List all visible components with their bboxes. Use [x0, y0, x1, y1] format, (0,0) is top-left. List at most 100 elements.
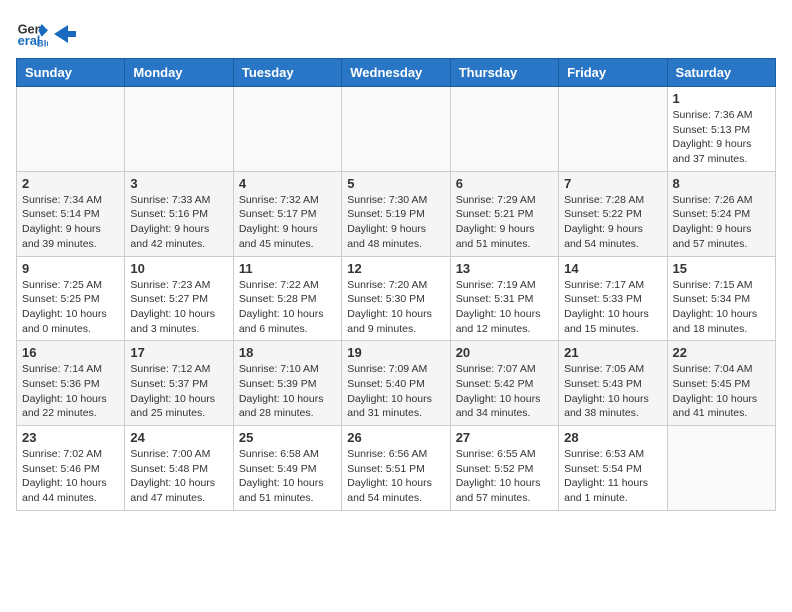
day-info: Sunrise: 7:23 AM Sunset: 5:27 PM Dayligh…: [130, 278, 227, 337]
calendar-header-wednesday: Wednesday: [342, 59, 450, 87]
day-info: Sunrise: 6:58 AM Sunset: 5:49 PM Dayligh…: [239, 447, 336, 506]
day-info: Sunrise: 7:32 AM Sunset: 5:17 PM Dayligh…: [239, 193, 336, 252]
day-info: Sunrise: 6:53 AM Sunset: 5:54 PM Dayligh…: [564, 447, 661, 506]
calendar-cell: 25 Sunrise: 6:58 AM Sunset: 5:49 PM Dayli…: [233, 426, 341, 511]
day-number: 16: [22, 345, 119, 360]
day-info: Sunrise: 7:10 AM Sunset: 5:39 PM Dayligh…: [239, 362, 336, 421]
day-number: 21: [564, 345, 661, 360]
day-number: 4: [239, 176, 336, 191]
day-number: 15: [673, 261, 770, 276]
logo-icon: Gen eral Blue: [16, 16, 48, 48]
calendar-table: SundayMondayTuesdayWednesdayThursdayFrid…: [16, 58, 776, 511]
day-info: Sunrise: 7:30 AM Sunset: 5:19 PM Dayligh…: [347, 193, 444, 252]
day-number: 8: [673, 176, 770, 191]
day-number: 10: [130, 261, 227, 276]
calendar-cell: 23 Sunrise: 7:02 AM Sunset: 5:46 PM Dayli…: [17, 426, 125, 511]
day-number: 26: [347, 430, 444, 445]
calendar-cell: 1 Sunrise: 7:36 AM Sunset: 5:13 PM Daylig…: [667, 87, 775, 172]
day-info: Sunrise: 7:19 AM Sunset: 5:31 PM Dayligh…: [456, 278, 553, 337]
calendar-cell: 2 Sunrise: 7:34 AM Sunset: 5:14 PM Daylig…: [17, 171, 125, 256]
calendar-header-sunday: Sunday: [17, 59, 125, 87]
day-number: 6: [456, 176, 553, 191]
calendar-cell: 9 Sunrise: 7:25 AM Sunset: 5:25 PM Daylig…: [17, 256, 125, 341]
day-number: 25: [239, 430, 336, 445]
day-info: Sunrise: 7:33 AM Sunset: 5:16 PM Dayligh…: [130, 193, 227, 252]
day-info: Sunrise: 6:55 AM Sunset: 5:52 PM Dayligh…: [456, 447, 553, 506]
day-number: 13: [456, 261, 553, 276]
calendar-cell: 17Sunrise: 7:12 AM Sunset: 5:37 PM Dayli…: [125, 341, 233, 426]
calendar-cell: 15 Sunrise: 7:15 AM Sunset: 5:34 PM Dayli…: [667, 256, 775, 341]
calendar-cell: 5 Sunrise: 7:30 AM Sunset: 5:19 PM Daylig…: [342, 171, 450, 256]
day-number: 9: [22, 261, 119, 276]
calendar-cell: 12 Sunrise: 7:20 AM Sunset: 5:30 PM Dayli…: [342, 256, 450, 341]
day-info: Sunrise: 7:02 AM Sunset: 5:46 PM Dayligh…: [22, 447, 119, 506]
calendar-cell: 13 Sunrise: 7:19 AM Sunset: 5:31 PM Dayli…: [450, 256, 558, 341]
day-number: 19: [347, 345, 444, 360]
day-number: 20: [456, 345, 553, 360]
calendar-cell: 20 Sunrise: 7:07 AM Sunset: 5:42 PM Dayli…: [450, 341, 558, 426]
calendar-cell: 18 Sunrise: 7:10 AM Sunset: 5:39 PM Dayli…: [233, 341, 341, 426]
day-info: Sunrise: 7:22 AM Sunset: 5:28 PM Dayligh…: [239, 278, 336, 337]
calendar-cell: 27 Sunrise: 6:55 AM Sunset: 5:52 PM Dayli…: [450, 426, 558, 511]
day-info: Sunrise: 7:07 AM Sunset: 5:42 PM Dayligh…: [456, 362, 553, 421]
calendar-header-saturday: Saturday: [667, 59, 775, 87]
calendar-header-friday: Friday: [559, 59, 667, 87]
calendar-header-monday: Monday: [125, 59, 233, 87]
calendar-week-row: 16 Sunrise: 7:14 AM Sunset: 5:36 PM Dayli…: [17, 341, 776, 426]
svg-text:Blue: Blue: [37, 38, 48, 48]
day-info: Sunrise: 7:04 AM Sunset: 5:45 PM Dayligh…: [673, 362, 770, 421]
day-info: Sunrise: 7:36 AM Sunset: 5:13 PM Dayligh…: [673, 108, 770, 167]
day-number: 5: [347, 176, 444, 191]
day-number: 11: [239, 261, 336, 276]
calendar-cell: [125, 87, 233, 172]
day-info: Sunrise: 7:26 AM Sunset: 5:24 PM Dayligh…: [673, 193, 770, 252]
day-info: Sunrise: 7:05 AM Sunset: 5:43 PM Dayligh…: [564, 362, 661, 421]
day-info: Sunrise: 7:29 AM Sunset: 5:21 PM Dayligh…: [456, 193, 553, 252]
day-number: 27: [456, 430, 553, 445]
day-number: 22: [673, 345, 770, 360]
day-info: Sunrise: 7:15 AM Sunset: 5:34 PM Dayligh…: [673, 278, 770, 337]
calendar-cell: 26 Sunrise: 6:56 AM Sunset: 5:51 PM Dayli…: [342, 426, 450, 511]
calendar-cell: 28 Sunrise: 6:53 AM Sunset: 5:54 PM Dayli…: [559, 426, 667, 511]
calendar-cell: 3 Sunrise: 7:33 AM Sunset: 5:16 PM Daylig…: [125, 171, 233, 256]
calendar-cell: 7Sunrise: 7:28 AM Sunset: 5:22 PM Daylig…: [559, 171, 667, 256]
calendar-cell: 21 Sunrise: 7:05 AM Sunset: 5:43 PM Dayli…: [559, 341, 667, 426]
day-number: 2: [22, 176, 119, 191]
calendar-week-row: 9 Sunrise: 7:25 AM Sunset: 5:25 PM Daylig…: [17, 256, 776, 341]
logo: Gen eral Blue: [16, 16, 78, 48]
calendar-cell: 14 Sunrise: 7:17 AM Sunset: 5:33 PM Dayli…: [559, 256, 667, 341]
calendar-cell: [450, 87, 558, 172]
calendar-cell: [342, 87, 450, 172]
logo-arrow-icon: [54, 25, 76, 43]
day-number: 3: [130, 176, 227, 191]
calendar-cell: 24Sunrise: 7:00 AM Sunset: 5:48 PM Dayli…: [125, 426, 233, 511]
day-info: Sunrise: 7:28 AM Sunset: 5:22 PM Dayligh…: [564, 193, 661, 252]
day-number: 23: [22, 430, 119, 445]
calendar-week-row: 1 Sunrise: 7:36 AM Sunset: 5:13 PM Daylig…: [17, 87, 776, 172]
day-info: Sunrise: 7:00 AM Sunset: 5:48 PM Dayligh…: [130, 447, 227, 506]
day-info: Sunrise: 7:20 AM Sunset: 5:30 PM Dayligh…: [347, 278, 444, 337]
day-number: 14: [564, 261, 661, 276]
day-info: Sunrise: 7:25 AM Sunset: 5:25 PM Dayligh…: [22, 278, 119, 337]
day-number: 1: [673, 91, 770, 106]
day-number: 28: [564, 430, 661, 445]
calendar-cell: [233, 87, 341, 172]
day-number: 18: [239, 345, 336, 360]
day-number: 17: [130, 345, 227, 360]
calendar-header-tuesday: Tuesday: [233, 59, 341, 87]
calendar-cell: 8 Sunrise: 7:26 AM Sunset: 5:24 PM Daylig…: [667, 171, 775, 256]
day-info: Sunrise: 7:34 AM Sunset: 5:14 PM Dayligh…: [22, 193, 119, 252]
day-info: Sunrise: 7:14 AM Sunset: 5:36 PM Dayligh…: [22, 362, 119, 421]
day-info: Sunrise: 6:56 AM Sunset: 5:51 PM Dayligh…: [347, 447, 444, 506]
calendar-cell: 11 Sunrise: 7:22 AM Sunset: 5:28 PM Dayli…: [233, 256, 341, 341]
calendar-cell: 16 Sunrise: 7:14 AM Sunset: 5:36 PM Dayli…: [17, 341, 125, 426]
calendar-cell: 10 Sunrise: 7:23 AM Sunset: 5:27 PM Dayli…: [125, 256, 233, 341]
calendar-cell: 6 Sunrise: 7:29 AM Sunset: 5:21 PM Daylig…: [450, 171, 558, 256]
day-info: Sunrise: 7:17 AM Sunset: 5:33 PM Dayligh…: [564, 278, 661, 337]
calendar-header-thursday: Thursday: [450, 59, 558, 87]
calendar-cell: [667, 426, 775, 511]
calendar-cell: [559, 87, 667, 172]
day-number: 12: [347, 261, 444, 276]
calendar-week-row: 23 Sunrise: 7:02 AM Sunset: 5:46 PM Dayli…: [17, 426, 776, 511]
calendar-cell: 4 Sunrise: 7:32 AM Sunset: 5:17 PM Daylig…: [233, 171, 341, 256]
